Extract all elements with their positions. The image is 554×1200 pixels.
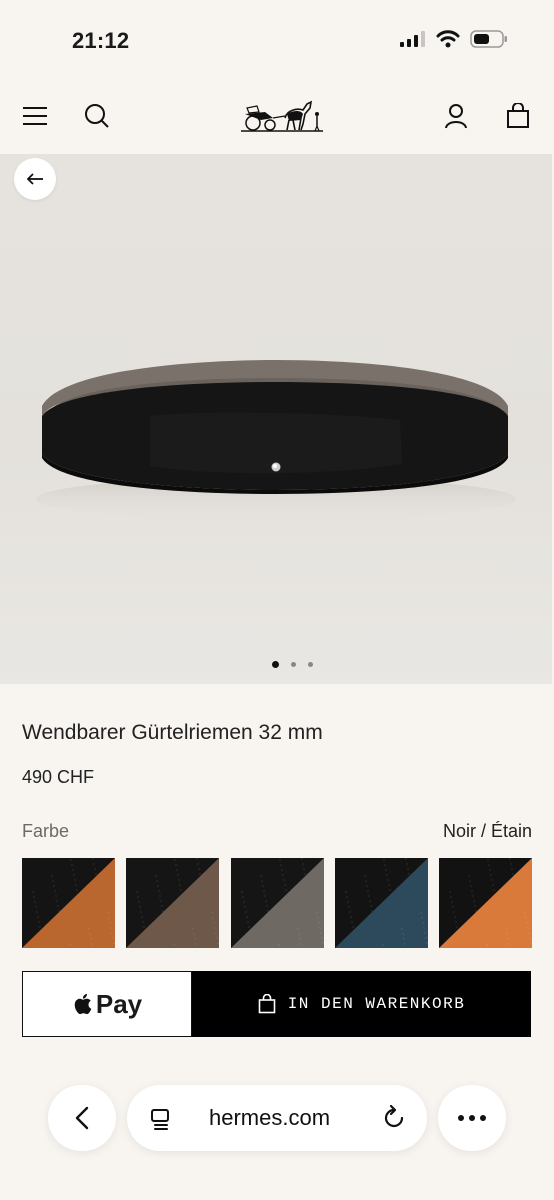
swatch-image <box>334 858 428 948</box>
swatch-image <box>230 858 324 948</box>
signal-icon <box>400 31 425 47</box>
swatch-image <box>439 858 532 948</box>
wifi-icon <box>436 30 460 48</box>
chevron-left-icon <box>75 1106 89 1130</box>
apple-pay-label: Pay <box>95 988 143 1019</box>
color-swatches <box>22 858 532 948</box>
swatch-image <box>126 858 220 948</box>
color-swatch-noir-orange[interactable] <box>439 858 532 948</box>
apple-pay-button[interactable]: Pay <box>22 971 192 1037</box>
color-swatch-noir-etain[interactable] <box>230 858 324 948</box>
browser-back-button[interactable] <box>48 1085 116 1151</box>
bag-button[interactable] <box>500 98 536 134</box>
menu-icon <box>23 107 47 125</box>
belt-image <box>36 360 516 521</box>
battery-icon <box>470 30 507 48</box>
site-header <box>0 80 554 154</box>
pagination-dot[interactable] <box>272 661 279 668</box>
status-time: 21:12 <box>72 28 130 53</box>
bag-icon <box>507 103 529 128</box>
search-icon <box>85 104 109 128</box>
address-bar[interactable]: hermes.com <box>127 1085 427 1151</box>
color-swatch-noir-blue[interactable] <box>334 858 428 948</box>
brand-logo[interactable] <box>236 98 328 134</box>
menu-button[interactable] <box>17 98 53 134</box>
color-swatch-noir-gold[interactable] <box>22 858 115 948</box>
product-price: 490 CHF <box>22 767 95 787</box>
add-to-cart-label: IN DEN WARENKORB <box>287 995 466 1013</box>
product-title: Wendbarer Gürtelriemen 32 mm <box>22 721 323 744</box>
account-icon <box>445 104 467 129</box>
bag-icon <box>258 994 275 1014</box>
account-button[interactable] <box>438 98 474 134</box>
status-icons <box>400 30 508 48</box>
color-swatch-noir-brown[interactable] <box>126 858 220 948</box>
color-value: Noir / Étain <box>442 821 532 841</box>
pagination-dot[interactable] <box>291 662 296 667</box>
url-text: hermes.com <box>209 1105 331 1130</box>
arrow-left-icon <box>26 173 43 185</box>
swatch-image <box>22 858 115 948</box>
gallery-pagination <box>272 661 313 668</box>
product-image[interactable] <box>0 154 552 684</box>
page-menu-icon[interactable] <box>149 1107 173 1131</box>
search-button[interactable] <box>79 98 115 134</box>
pagination-dot[interactable] <box>308 662 313 667</box>
apple-logo-icon <box>74 993 92 1015</box>
carriage-logo-icon <box>241 100 323 132</box>
add-to-cart-button[interactable]: IN DEN WARENKORB <box>192 971 531 1037</box>
more-options-button[interactable] <box>438 1085 506 1151</box>
color-label: Farbe <box>22 821 70 841</box>
back-button[interactable] <box>14 158 56 200</box>
reload-icon[interactable] <box>381 1105 407 1131</box>
more-dots-icon <box>458 1115 486 1121</box>
